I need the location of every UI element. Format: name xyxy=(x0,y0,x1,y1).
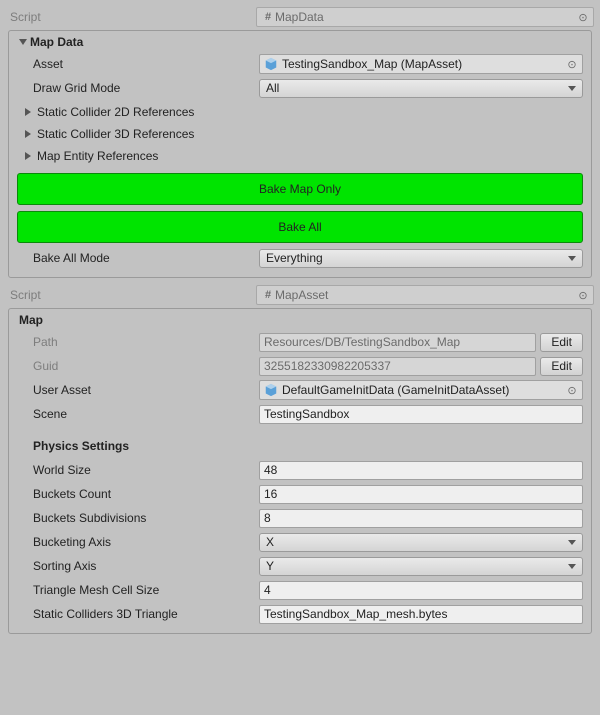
object-picker-icon[interactable]: ⊙ xyxy=(575,287,591,303)
path-edit-button[interactable]: Edit xyxy=(540,333,583,352)
mapdata-section: Map Data Asset TestingSandbox_Map (MapAs… xyxy=(8,30,592,278)
physics-header: Physics Settings xyxy=(9,439,259,453)
script-value: MapData xyxy=(275,10,575,24)
object-picker-icon[interactable]: ⊙ xyxy=(564,56,580,72)
script-label: Script xyxy=(6,10,256,24)
bake-all-label: Bake All xyxy=(278,220,321,234)
chevron-down-icon xyxy=(568,86,576,91)
chevron-down-icon xyxy=(19,39,27,45)
chevron-right-icon xyxy=(25,108,31,116)
asset-object-field[interactable]: TestingSandbox_Map (MapAsset) ⊙ xyxy=(259,54,583,74)
script2-value: MapAsset xyxy=(275,288,575,302)
script2-label: Script xyxy=(6,288,256,302)
foldout-label: Static Collider 3D References xyxy=(37,127,194,141)
asset-icon xyxy=(264,57,278,71)
static3d-label: Static Colliders 3D Triangle xyxy=(9,607,259,621)
bakemode-label: Bake All Mode xyxy=(9,251,259,265)
static3d-field[interactable]: TestingSandbox_Map_mesh.bytes xyxy=(259,605,583,624)
worldsize-value: 48 xyxy=(264,463,578,477)
asset-label: Asset xyxy=(9,57,259,71)
drawgrid-label: Draw Grid Mode xyxy=(9,81,259,95)
map-section: Map Path Resources/DB/TestingSandbox_Map… xyxy=(8,308,592,634)
guid-label: Guid xyxy=(9,359,259,373)
bakemode-dropdown[interactable]: Everything xyxy=(259,249,583,268)
mapdata-title: Map Data xyxy=(30,35,83,49)
csharp-icon: # xyxy=(261,11,275,23)
drawgrid-dropdown[interactable]: All xyxy=(259,79,583,98)
sortaxis-dropdown[interactable]: Y xyxy=(259,557,583,576)
object-picker-icon[interactable]: ⊙ xyxy=(564,382,580,398)
asset-value: TestingSandbox_Map (MapAsset) xyxy=(282,57,564,71)
chevron-right-icon xyxy=(25,130,31,138)
chevron-down-icon xyxy=(568,564,576,569)
map-foldout-header[interactable]: Map xyxy=(9,309,591,331)
bakemode-value: Everything xyxy=(266,251,568,265)
subdiv-value: 8 xyxy=(264,511,578,525)
scene-field[interactable]: TestingSandbox xyxy=(259,405,583,424)
drawgrid-value: All xyxy=(266,81,568,95)
userasset-value: DefaultGameInitData (GameInitDataAsset) xyxy=(282,383,564,397)
buckets-field[interactable]: 16 xyxy=(259,485,583,504)
scene-value: TestingSandbox xyxy=(264,407,578,421)
bucketaxis-label: Bucketing Axis xyxy=(9,535,259,549)
guid-edit-button[interactable]: Edit xyxy=(540,357,583,376)
path-field: Resources/DB/TestingSandbox_Map xyxy=(259,333,536,352)
chevron-down-icon xyxy=(568,256,576,261)
buckets-value: 16 xyxy=(264,487,578,501)
subdiv-label: Buckets Subdivisions xyxy=(9,511,259,525)
trimesh-value: 4 xyxy=(264,583,578,597)
sortaxis-value: Y xyxy=(266,559,568,573)
foldout-static-collider-3d[interactable]: Static Collider 3D References xyxy=(9,123,591,145)
userasset-field[interactable]: DefaultGameInitData (GameInitDataAsset) … xyxy=(259,380,583,400)
guid-field: 3255182330982205337 xyxy=(259,357,536,376)
chevron-down-icon xyxy=(568,540,576,545)
worldsize-label: World Size xyxy=(9,463,259,477)
object-picker-icon[interactable]: ⊙ xyxy=(575,9,591,25)
trimesh-label: Triangle Mesh Cell Size xyxy=(9,583,259,597)
trimesh-field[interactable]: 4 xyxy=(259,581,583,600)
csharp-icon: # xyxy=(261,289,275,301)
bake-map-label: Bake Map Only xyxy=(259,182,341,196)
foldout-static-collider-2d[interactable]: Static Collider 2D References xyxy=(9,101,591,123)
bucketaxis-dropdown[interactable]: X xyxy=(259,533,583,552)
subdiv-field[interactable]: 8 xyxy=(259,509,583,528)
static3d-value: TestingSandbox_Map_mesh.bytes xyxy=(264,607,578,621)
asset-icon xyxy=(264,383,278,397)
guid-value: 3255182330982205337 xyxy=(264,359,531,373)
buckets-label: Buckets Count xyxy=(9,487,259,501)
bake-all-button[interactable]: Bake All xyxy=(17,211,583,243)
path-value: Resources/DB/TestingSandbox_Map xyxy=(264,335,531,349)
scene-label: Scene xyxy=(9,407,259,421)
foldout-label: Map Entity References xyxy=(37,149,158,163)
script2-field: # MapAsset ⊙ xyxy=(256,285,594,305)
chevron-right-icon xyxy=(25,152,31,160)
worldsize-field[interactable]: 48 xyxy=(259,461,583,480)
bake-map-only-button[interactable]: Bake Map Only xyxy=(17,173,583,205)
foldout-map-entity[interactable]: Map Entity References xyxy=(9,145,591,167)
script-field: # MapData ⊙ xyxy=(256,7,594,27)
mapdata-foldout-header[interactable]: Map Data xyxy=(9,31,591,53)
foldout-label: Static Collider 2D References xyxy=(37,105,194,119)
path-label: Path xyxy=(9,335,259,349)
userasset-label: User Asset xyxy=(9,383,259,397)
sortaxis-label: Sorting Axis xyxy=(9,559,259,573)
map-title: Map xyxy=(19,313,43,327)
bucketaxis-value: X xyxy=(266,535,568,549)
